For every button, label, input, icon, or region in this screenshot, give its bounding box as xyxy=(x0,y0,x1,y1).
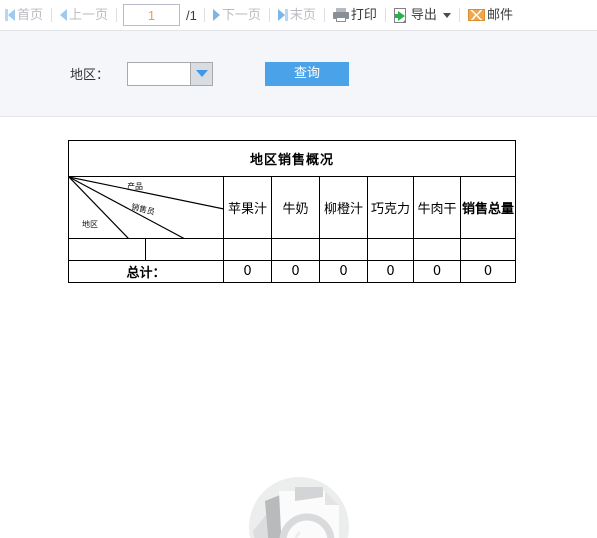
corner-split-header: 产品 销售员 地区 xyxy=(68,176,224,239)
total-cell: 0 xyxy=(459,260,517,283)
total-cell: 0 xyxy=(319,260,368,283)
cell-salesperson xyxy=(145,238,224,261)
first-page-button[interactable]: 首页 xyxy=(2,3,46,27)
query-button[interactable]: 查询 xyxy=(265,61,350,86)
next-page-label: 下一页 xyxy=(221,7,261,22)
table-title-row: 地区销售概况 xyxy=(67,140,517,177)
column-header: 柳橙汁 xyxy=(319,176,368,239)
region-label: 地区： xyxy=(70,68,110,83)
total-cell: 0 xyxy=(367,260,414,283)
table-cell xyxy=(367,238,414,261)
toolbar-separator xyxy=(116,8,118,22)
corner-label-region: 地区 xyxy=(82,220,98,229)
export-label: 导出 xyxy=(410,7,437,22)
total-cell: 0 xyxy=(223,260,272,283)
table-header-row: 产品 销售员 地区 苹果汁 牛奶 柳橙汁 巧克力 牛肉干 销售总量 xyxy=(68,176,517,239)
sales-report-table: 地区销售概况 产品 销售员 地区 苹果汁 牛奶 柳橙汁 巧克力 牛肉干 销售总量… xyxy=(67,140,517,283)
printer-icon xyxy=(332,8,349,22)
column-header: 苹果汁 xyxy=(223,176,272,239)
chevron-down-icon[interactable] xyxy=(442,12,451,18)
toolbar-separator xyxy=(268,8,270,22)
first-page-icon xyxy=(5,8,15,22)
toolbar-separator xyxy=(323,8,325,22)
column-header: 巧克力 xyxy=(367,176,414,239)
prev-page-icon xyxy=(60,8,68,22)
export-button[interactable]: 导出 xyxy=(391,3,454,27)
table-row xyxy=(68,238,517,261)
column-header-total: 销售总量 xyxy=(459,176,517,239)
table-cell xyxy=(319,238,368,261)
table-cell xyxy=(271,238,320,261)
table-cell xyxy=(413,238,461,261)
prev-page-label: 上一页 xyxy=(69,7,109,22)
region-dropdown[interactable] xyxy=(127,61,214,86)
mail-icon xyxy=(467,9,485,21)
table-cell xyxy=(459,238,517,261)
mail-label: 邮件 xyxy=(486,7,513,22)
last-page-icon xyxy=(277,8,288,22)
table-total-row: 总计： 0 0 0 0 0 0 xyxy=(68,260,517,283)
total-cell: 0 xyxy=(413,260,461,283)
cell-region xyxy=(68,238,146,261)
page-number-input[interactable] xyxy=(123,4,181,26)
export-icon xyxy=(393,7,409,23)
last-page-label: 末页 xyxy=(289,7,316,22)
chart-empty-state: 图形没有数据 xyxy=(0,475,597,538)
report-title: 地区销售概况 xyxy=(67,140,517,177)
toolbar-separator xyxy=(51,8,53,22)
filter-bar: 地区： 查询 xyxy=(0,31,597,117)
column-header: 牛肉干 xyxy=(413,176,461,239)
toolbar-separator xyxy=(384,8,386,22)
next-page-button[interactable]: 下一页 xyxy=(210,3,264,27)
last-page-button[interactable]: 末页 xyxy=(275,3,319,27)
mail-button[interactable]: 邮件 xyxy=(465,3,516,27)
corner-label-product: 产品 xyxy=(127,182,143,191)
print-label: 打印 xyxy=(350,7,377,22)
total-label: 总计： xyxy=(68,260,224,283)
report-toolbar: 首页 上一页 /1 下一页 末页 打印 导出 xyxy=(0,0,597,31)
toolbar-separator xyxy=(458,8,460,22)
first-page-label: 首页 xyxy=(17,7,44,22)
chevron-down-icon[interactable] xyxy=(190,62,213,85)
no-data-search-icon xyxy=(248,477,349,538)
total-cell: 0 xyxy=(271,260,320,283)
prev-page-button[interactable]: 上一页 xyxy=(57,3,111,27)
toolbar-separator xyxy=(203,8,205,22)
column-header: 牛奶 xyxy=(271,176,320,239)
page-total-label: /1 xyxy=(186,7,197,23)
table-cell xyxy=(223,238,272,261)
next-page-icon xyxy=(212,8,220,22)
print-button[interactable]: 打印 xyxy=(330,3,380,27)
